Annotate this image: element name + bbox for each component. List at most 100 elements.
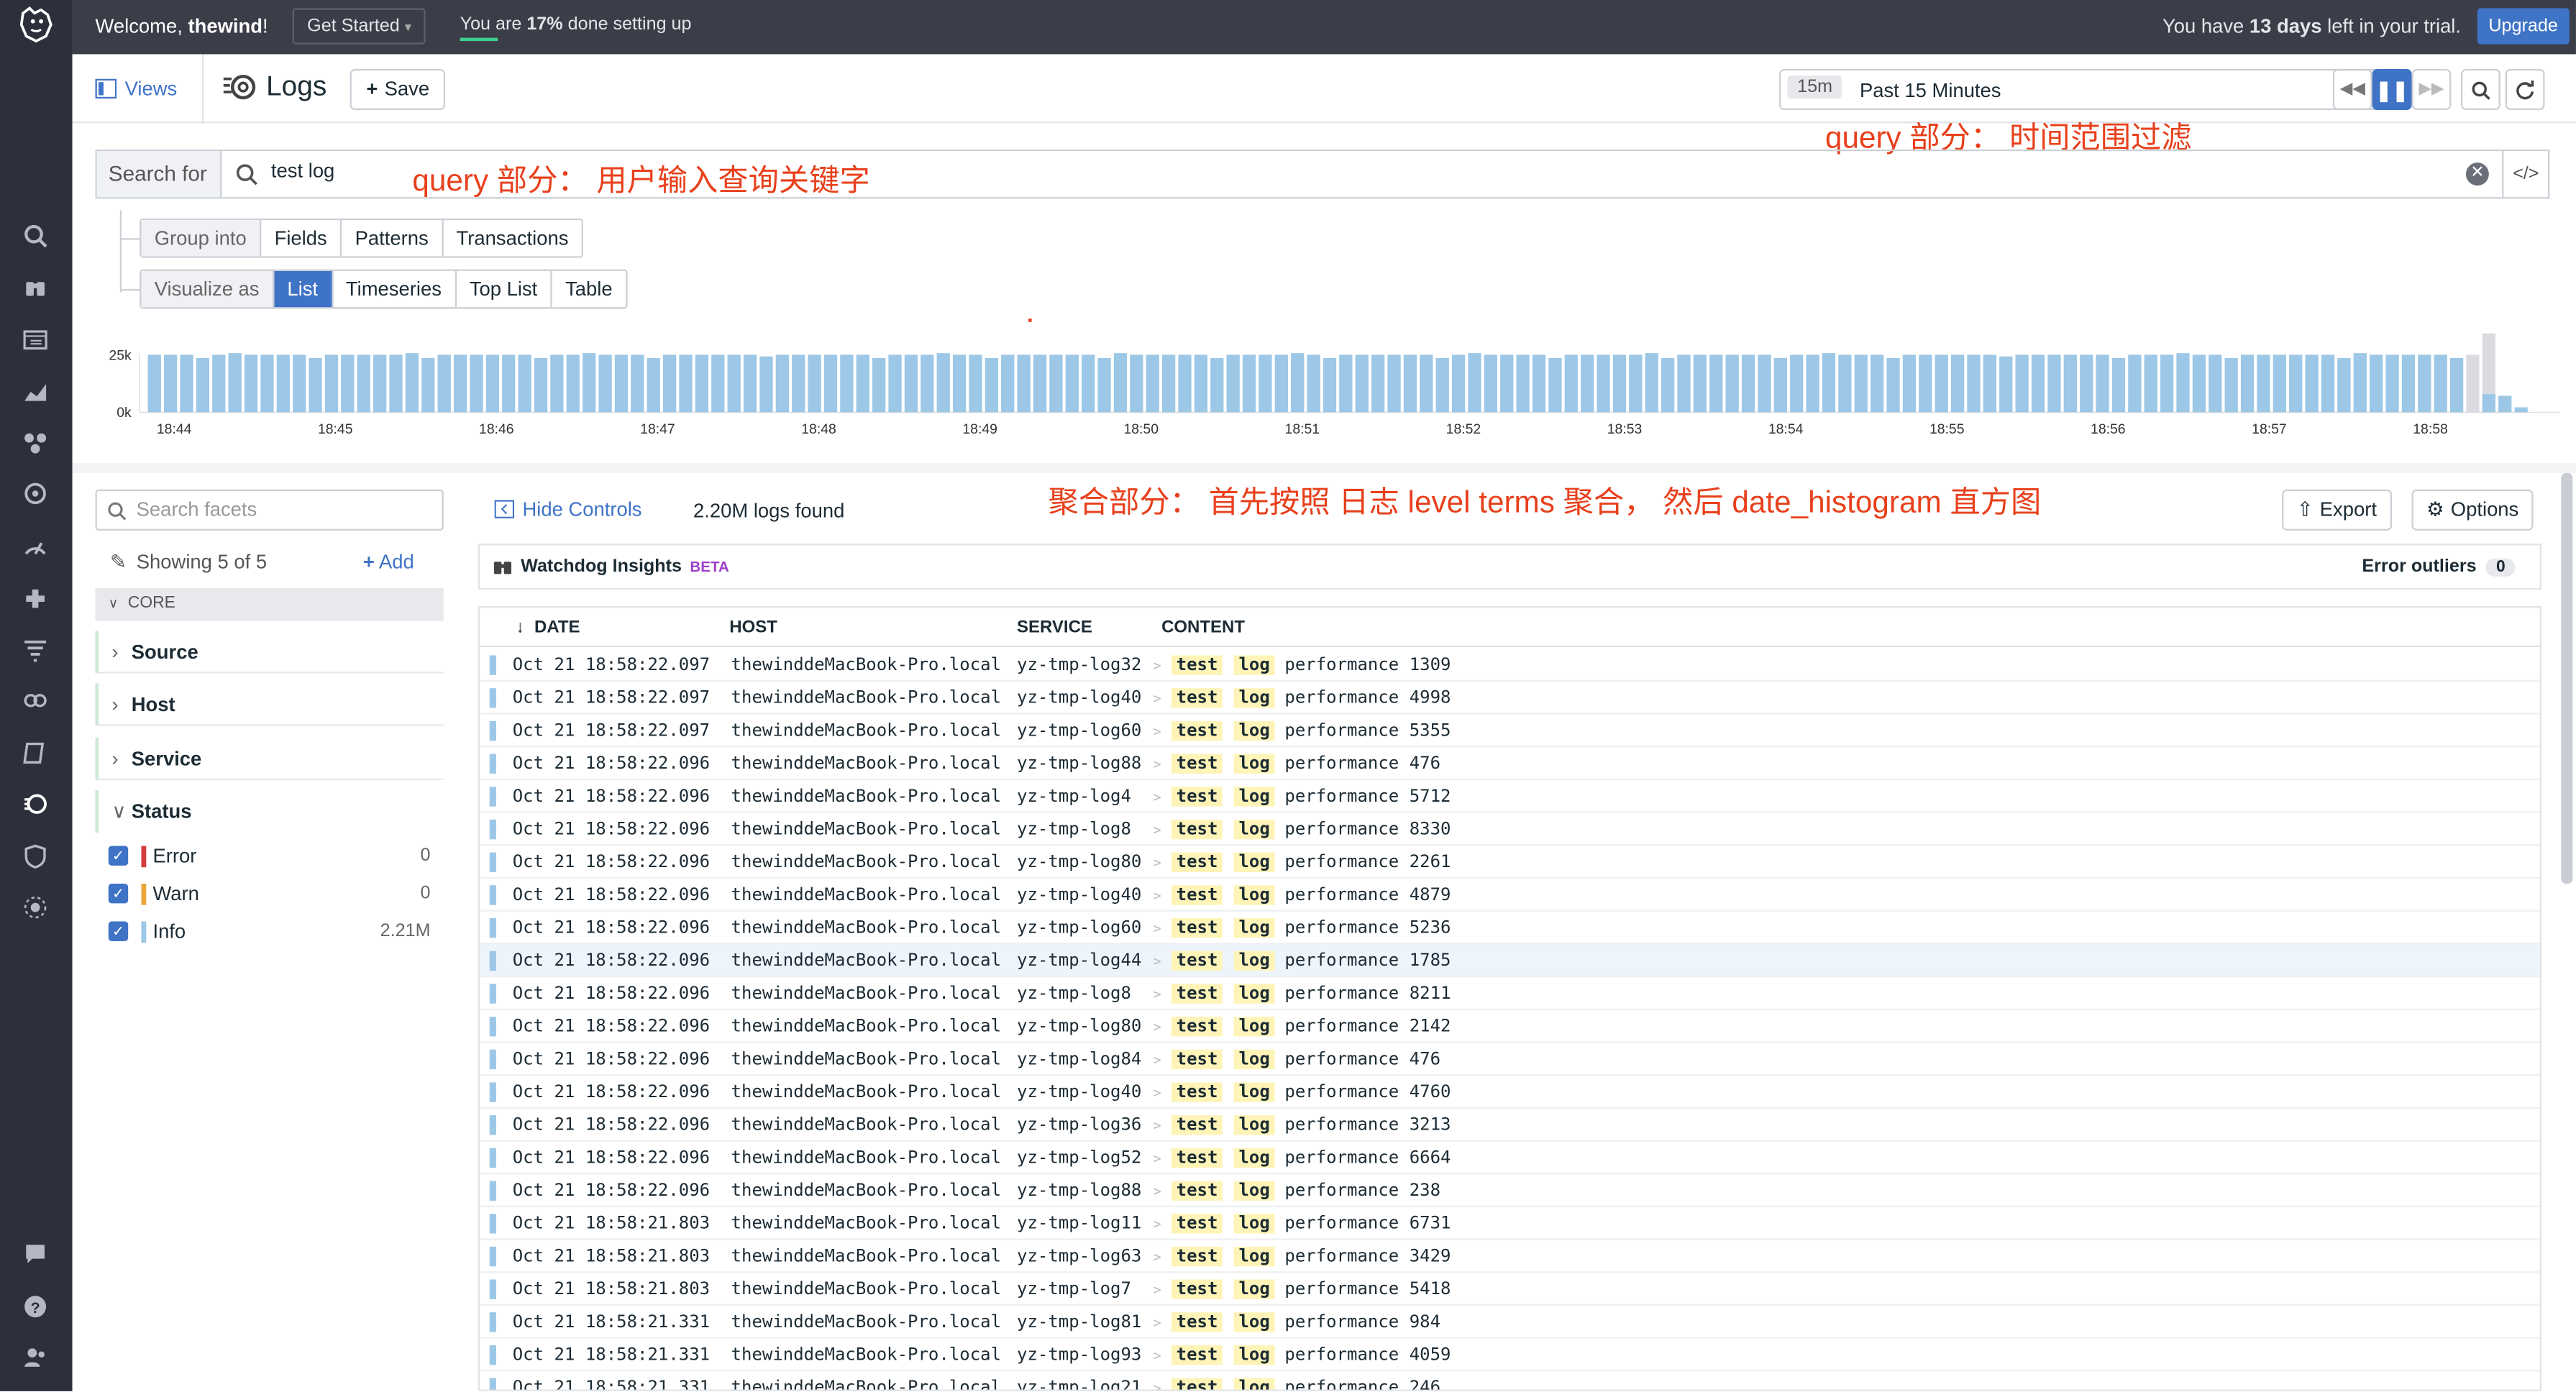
histogram-bar[interactable]	[823, 354, 838, 413]
facet-source[interactable]: › Source	[95, 631, 444, 674]
ux-monitoring-icon[interactable]	[18, 890, 51, 923]
histogram-bar[interactable]	[1082, 354, 1095, 413]
histogram-bar[interactable]	[1612, 354, 1627, 413]
histogram-bar[interactable]	[1161, 354, 1176, 413]
histogram-bar[interactable]	[2385, 354, 2399, 413]
pause-button[interactable]: ❚❚	[2372, 68, 2412, 111]
histogram-bar[interactable]	[792, 354, 805, 413]
core-facet-group[interactable]: ∨ CORE	[95, 587, 444, 621]
histogram-bar[interactable]	[904, 354, 918, 413]
histogram-bar[interactable]	[2370, 354, 2383, 413]
checkbox-checked-icon[interactable]: ✓	[108, 846, 129, 866]
logs-icon[interactable]	[18, 787, 51, 820]
visualize-top-list[interactable]: Top List	[455, 270, 550, 308]
histogram-bar[interactable]	[1902, 354, 1917, 413]
watchdog-insights-bar[interactable]: Watchdog Insights BETA Error outliers 0	[478, 544, 2541, 590]
histogram-bar[interactable]	[759, 356, 773, 413]
facet-host[interactable]: › Host	[95, 683, 444, 726]
histogram-bar[interactable]	[711, 354, 725, 413]
histogram-bar[interactable]	[2466, 354, 2480, 413]
histogram-bar[interactable]	[357, 354, 370, 413]
histogram-bar[interactable]	[1919, 354, 1932, 413]
histogram-bar[interactable]	[2015, 354, 2029, 413]
docs-icon[interactable]	[18, 736, 51, 769]
column-content[interactable]: CONTENT	[1161, 618, 1245, 637]
table-row[interactable]: Oct 21 18:58:22.096 thewinddeMacBook-Pro.…	[480, 747, 2540, 781]
histogram-bar[interactable]	[1516, 354, 1530, 413]
histogram-bar[interactable]	[1790, 354, 1804, 413]
histogram-bar[interactable]	[1822, 353, 1836, 413]
histogram-bar[interactable]	[470, 354, 483, 413]
histogram-bar[interactable]	[2176, 353, 2190, 413]
histogram-bar[interactable]	[244, 354, 258, 413]
histogram-bar[interactable]	[2128, 354, 2142, 413]
status-error[interactable]: ✓ Error 0	[108, 841, 431, 871]
histogram-bar[interactable]	[2401, 354, 2416, 413]
table-row[interactable]: Oct 21 18:58:22.097 thewinddeMacBook-Pro.…	[480, 715, 2540, 748]
histogram-bar[interactable]	[1001, 354, 1015, 413]
histogram-bar[interactable]	[2482, 394, 2496, 413]
histogram-bar[interactable]	[1773, 357, 1787, 413]
histogram-bar[interactable]	[1693, 354, 1707, 413]
histogram-bar[interactable]	[856, 354, 869, 413]
views-button[interactable]: Views	[95, 77, 177, 100]
time-range-selector[interactable]: 15m Past 15 Minutes ▼	[1779, 68, 2397, 111]
histogram-bar[interactable]	[662, 354, 677, 413]
group-into-transactions[interactable]: Transactions	[441, 220, 582, 257]
histogram-bar[interactable]	[276, 354, 290, 413]
table-row[interactable]: Oct 21 18:58:22.096 thewinddeMacBook-Pro.…	[480, 912, 2540, 945]
histogram-bar[interactable]	[1113, 353, 1128, 413]
histogram-bar[interactable]	[1871, 354, 1884, 413]
histogram-bar[interactable]	[598, 354, 612, 413]
histogram-bar[interactable]	[2353, 353, 2367, 413]
histogram-bar[interactable]	[2063, 354, 2077, 413]
histogram-bar[interactable]	[1709, 354, 1723, 413]
histogram-bar[interactable]	[1484, 354, 1498, 413]
histogram-bar[interactable]	[1259, 354, 1272, 413]
histogram-bar[interactable]	[1339, 354, 1353, 413]
clear-search-icon[interactable]: ✕	[2465, 162, 2489, 186]
table-row[interactable]: Oct 21 18:58:22.096 thewinddeMacBook-Pro.…	[480, 813, 2540, 846]
histogram-bar[interactable]	[1597, 354, 1610, 413]
histogram-bar[interactable]	[1886, 357, 1900, 413]
histogram-bar[interactable]	[260, 354, 274, 413]
histogram-bar[interactable]	[1097, 357, 1111, 413]
histogram-bar[interactable]	[405, 353, 419, 413]
histogram-bar[interactable]	[936, 353, 950, 413]
histogram-bar[interactable]	[1210, 357, 1224, 413]
group-into-patterns[interactable]: Patterns	[340, 220, 442, 257]
histogram-bar[interactable]	[695, 354, 709, 413]
histogram-bar[interactable]	[2047, 354, 2061, 413]
histogram-bar[interactable]	[743, 354, 757, 413]
histogram-bar[interactable]	[2160, 354, 2174, 413]
histogram-bar[interactable]	[534, 357, 548, 413]
histogram-bar[interactable]	[1242, 354, 1256, 413]
histogram-bar[interactable]	[985, 357, 999, 413]
histogram-bar[interactable]	[2209, 354, 2222, 413]
status-warn[interactable]: ✓ Warn 0	[108, 879, 431, 908]
histogram-bar[interactable]	[180, 354, 193, 413]
histogram-bar[interactable]	[2080, 354, 2093, 413]
search-icon[interactable]	[18, 219, 51, 252]
histogram-bar[interactable]	[1226, 354, 1240, 413]
visualize-list[interactable]: List	[272, 270, 332, 308]
histogram-bar[interactable]	[1468, 353, 1481, 413]
histogram-bar[interactable]	[1854, 354, 1868, 413]
histogram-bar[interactable]	[2418, 354, 2431, 413]
histogram-bar[interactable]	[1967, 354, 1981, 413]
histogram-bar[interactable]	[2289, 354, 2303, 413]
help-icon[interactable]: ?	[18, 1289, 51, 1322]
pencil-icon[interactable]: ✎	[110, 550, 127, 573]
column-service[interactable]: SERVICE	[1017, 618, 1092, 637]
histogram-bar[interactable]	[1806, 354, 1819, 413]
histogram-bar[interactable]	[2224, 357, 2238, 413]
histogram-bar[interactable]	[631, 354, 644, 413]
zoom-button[interactable]	[2461, 68, 2500, 111]
histogram-bar[interactable]	[1403, 354, 1417, 413]
table-row[interactable]: Oct 21 18:58:22.097 thewinddeMacBook-Pro.…	[480, 682, 2540, 715]
histogram-bar[interactable]	[1725, 354, 1739, 413]
histogram-bar[interactable]	[212, 354, 226, 413]
histogram-bar[interactable]	[2111, 357, 2126, 413]
histogram-bar[interactable]	[196, 357, 210, 413]
histogram-bar[interactable]	[341, 354, 355, 413]
